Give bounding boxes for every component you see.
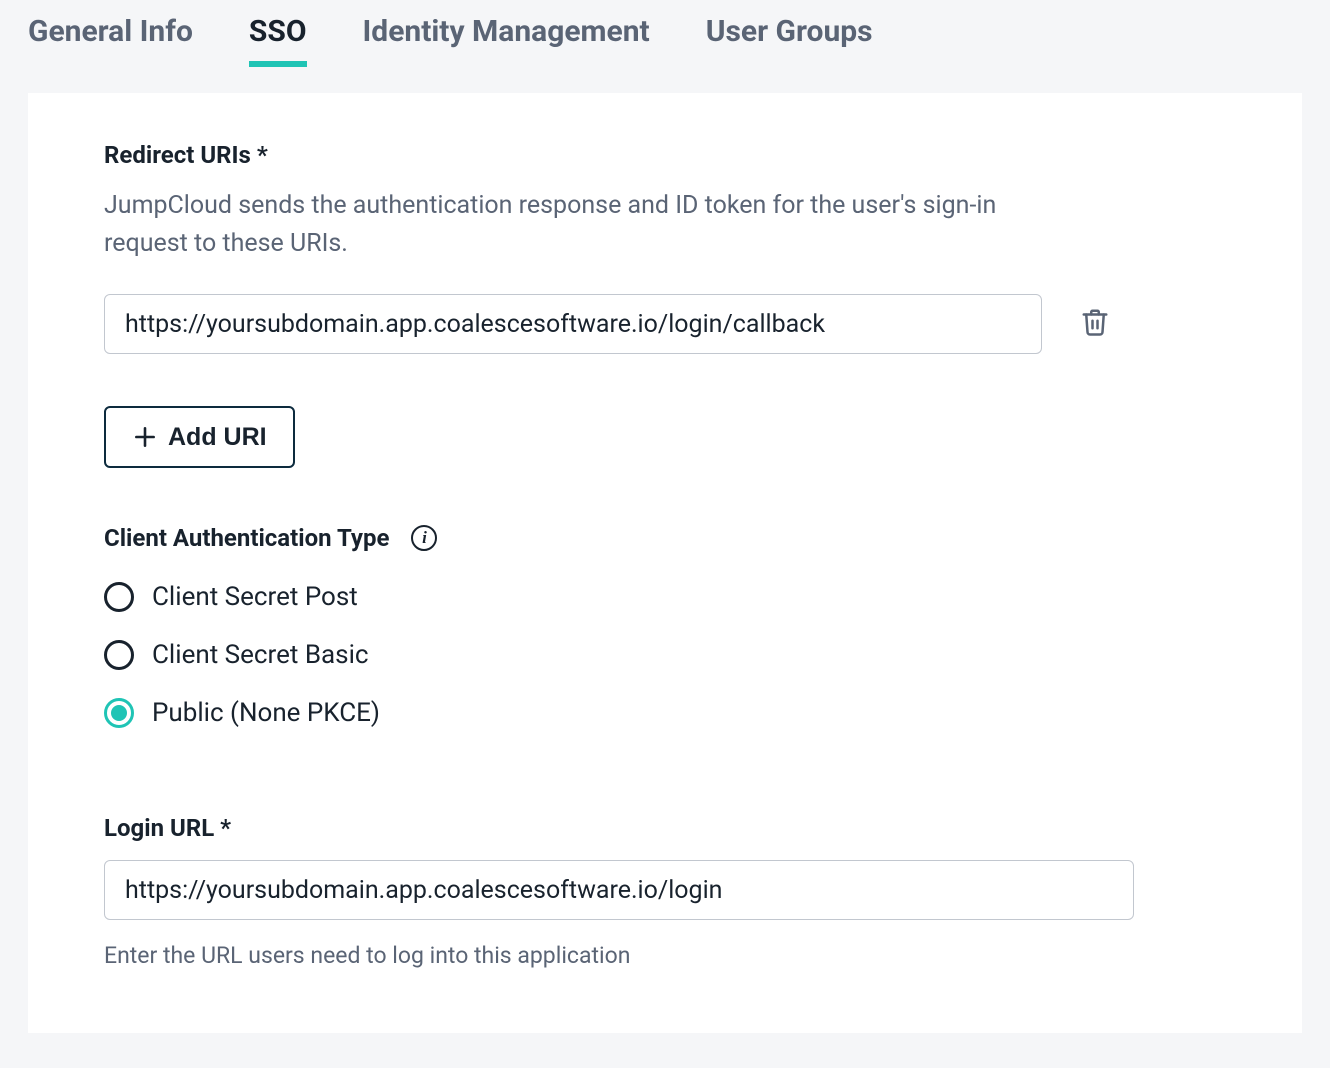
tab-user-groups[interactable]: User Groups (706, 14, 873, 67)
radio-public-none-pkce[interactable]: Public (None PKCE) (104, 698, 1226, 728)
client-auth-type-text: Client Authentication Type (104, 524, 389, 552)
login-url-label: Login URL * (104, 814, 1226, 842)
info-icon[interactable]: i (411, 525, 437, 551)
radio-circle-icon (104, 582, 134, 612)
trash-icon[interactable] (1080, 306, 1110, 342)
plus-icon (132, 424, 158, 450)
tab-sso[interactable]: SSO (249, 14, 307, 67)
redirect-uri-input[interactable] (104, 294, 1042, 354)
radio-client-secret-basic[interactable]: Client Secret Basic (104, 640, 1226, 670)
client-auth-radio-group: Client Secret Post Client Secret Basic P… (104, 582, 1226, 728)
radio-client-secret-post[interactable]: Client Secret Post (104, 582, 1226, 612)
client-auth-type-label: Client Authentication Type i (104, 524, 1226, 552)
radio-label: Public (None PKCE) (152, 698, 380, 728)
tab-identity-management[interactable]: Identity Management (363, 14, 650, 67)
add-uri-label: Add URI (168, 423, 267, 452)
redirect-uris-help: JumpCloud sends the authentication respo… (104, 187, 1084, 262)
tab-bar: General Info SSO Identity Management Use… (0, 0, 1330, 67)
redirect-uris-label: Redirect URIs * (104, 141, 1226, 169)
tab-general-info[interactable]: General Info (28, 14, 193, 67)
login-url-hint: Enter the URL users need to log into thi… (104, 942, 1226, 969)
login-url-input[interactable] (104, 860, 1134, 920)
redirect-uri-row (104, 294, 1226, 354)
radio-label: Client Secret Basic (152, 640, 369, 670)
add-uri-button[interactable]: Add URI (104, 406, 295, 468)
radio-circle-icon (104, 698, 134, 728)
sso-panel: Redirect URIs * JumpCloud sends the auth… (28, 93, 1302, 1033)
radio-label: Client Secret Post (152, 582, 358, 612)
radio-circle-icon (104, 640, 134, 670)
